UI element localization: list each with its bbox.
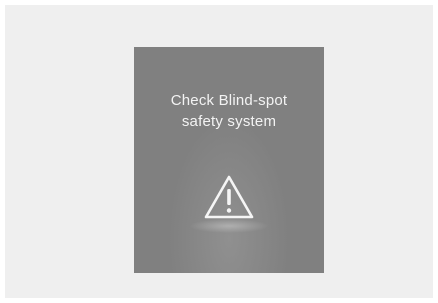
reflection-glow <box>189 219 269 233</box>
warning-display-panel: Check Blind-spot safety system <box>134 47 324 273</box>
warning-message-line2: safety system <box>181 113 277 130</box>
warning-triangle-icon <box>204 175 254 219</box>
image-frame: Check Blind-spot safety system <box>5 5 433 298</box>
warning-message-line1: Check Blind-spot <box>170 92 288 109</box>
warning-message: Check Blind-spot safety system <box>134 90 324 132</box>
